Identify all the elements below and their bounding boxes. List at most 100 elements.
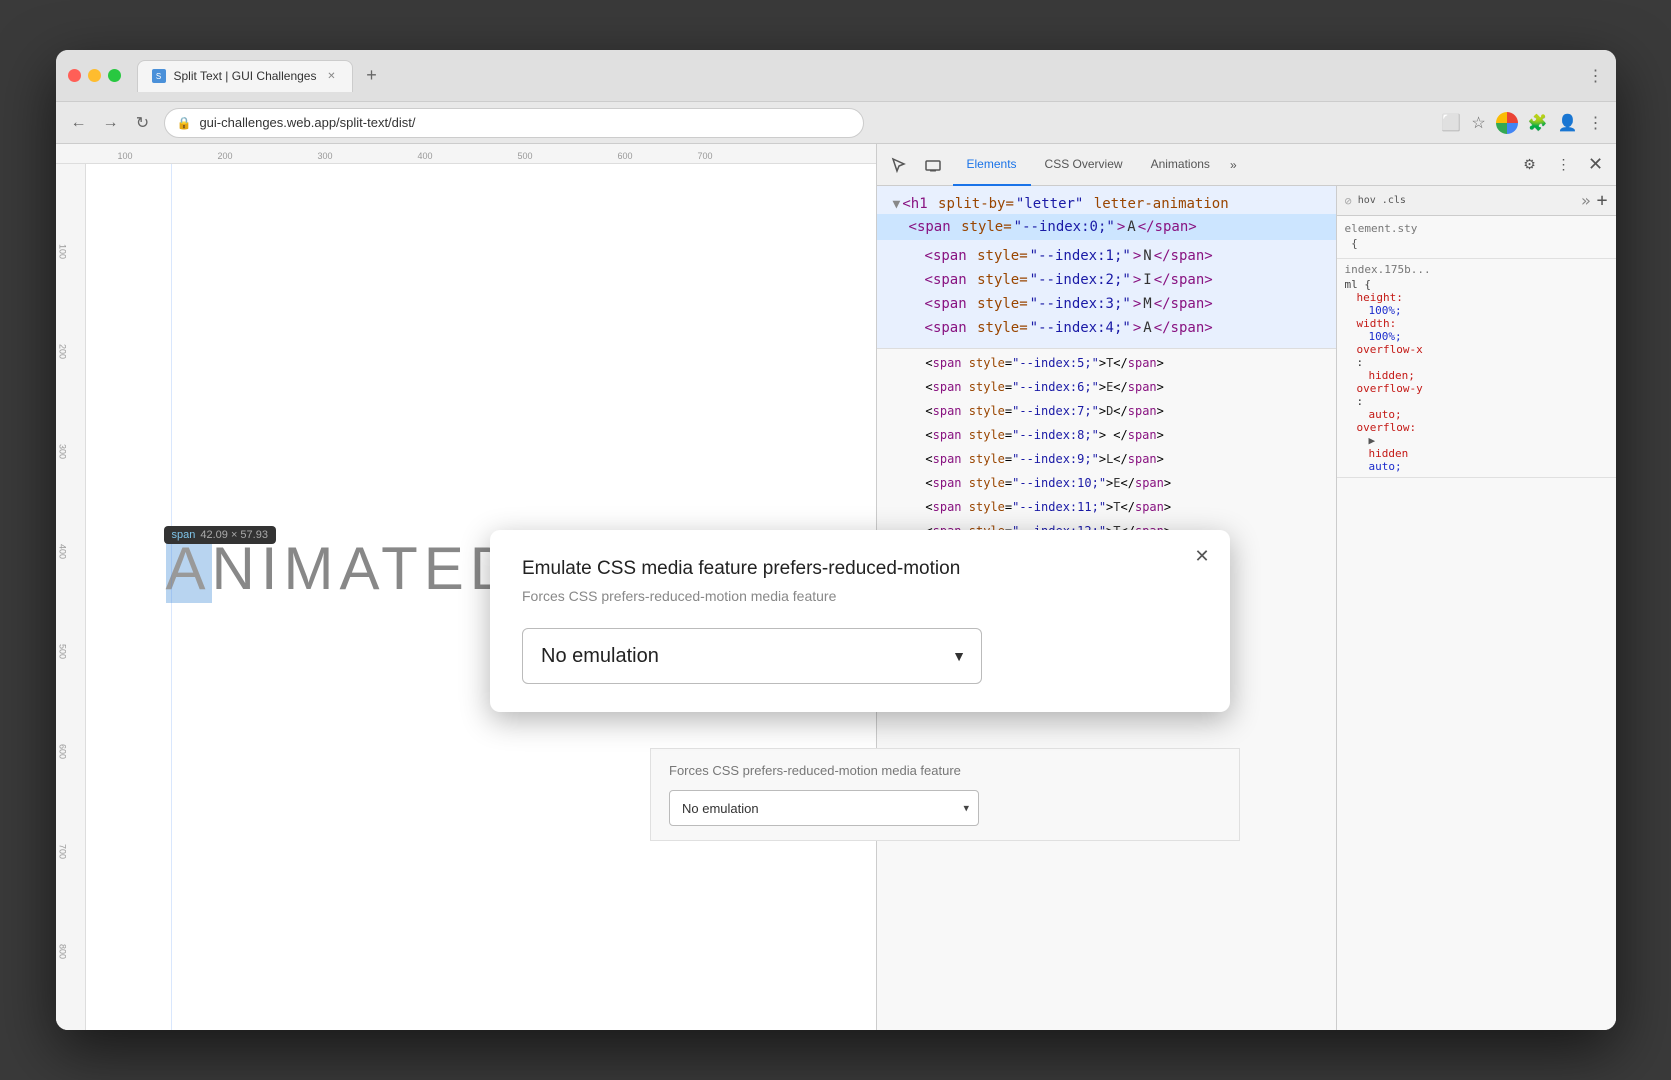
tab-css-overview[interactable]: CSS Overview	[1031, 144, 1137, 186]
active-tab[interactable]: S Split Text | GUI Challenges ✕	[137, 60, 354, 92]
emulate-popup-close-button[interactable]: ✕	[1190, 544, 1214, 568]
browser-window: S Split Text | GUI Challenges ✕ + ⋮ ← → …	[56, 50, 1616, 1030]
ruler-left-700: 700	[58, 844, 68, 859]
emulate-secondary-select[interactable]: No emulation prefers-reduced-motion: red…	[669, 790, 979, 826]
add-style-button[interactable]: +	[1597, 190, 1608, 211]
ruler-top: 100 200 300 400 500 600 700	[56, 144, 876, 164]
styles-section-main: index.175b... ml { height: 100%; width: …	[1337, 259, 1616, 478]
forward-button[interactable]: →	[100, 112, 122, 134]
overflow-arrow-icon: ▶	[1369, 434, 1376, 447]
span-0-row[interactable]: <span style= "--index:0;" > A </span>	[877, 214, 1336, 240]
address-right-icons: ⬜ ☆ 🧩 👤 ⋮	[1441, 112, 1603, 134]
styles-panel: ⊘ hov .cls » + element.sty {	[1336, 186, 1616, 1030]
extensions-icon[interactable]: 🧩	[1528, 113, 1548, 133]
overflow-x-name: overflow-x	[1357, 343, 1423, 356]
element-style-label: element.sty	[1345, 222, 1418, 235]
devtools-settings-button[interactable]: ⚙	[1516, 151, 1544, 179]
style-overflow-x-value: hidden;	[1345, 369, 1608, 382]
style-width-value: 100%;	[1345, 330, 1608, 343]
more-styles-btn[interactable]: »	[1581, 191, 1591, 210]
style-overflow-x-prop: overflow-x	[1345, 343, 1608, 356]
emulate-secondary-section: Forces CSS prefers-reduced-motion media …	[650, 748, 1240, 841]
tree-row-8[interactable]: <span style="--index:8;"> </span>	[877, 423, 1336, 447]
h1-letter-attr: letter-animation	[1085, 196, 1228, 212]
address-bar: ← → ↻ 🔒 gui-challenges.web.app/split-tex…	[56, 102, 1616, 144]
styles-source-row: element.sty	[1345, 222, 1608, 235]
title-bar: S Split Text | GUI Challenges ✕ + ⋮	[56, 50, 1616, 102]
styles-selector-ml: ml {	[1345, 278, 1608, 291]
style-overflow-prop: overflow:	[1345, 421, 1608, 434]
settings-icon[interactable]: ⋮	[1588, 66, 1604, 86]
tree-row-7[interactable]: <span style="--index:7;">D</span>	[877, 399, 1336, 423]
span0-close: >	[1117, 219, 1125, 235]
devtools-toolbar: Elements CSS Overview Animations » ⚙ ⋮ ✕	[877, 144, 1616, 186]
tree-row-10[interactable]: <span style="--index:10;">E</span>	[877, 471, 1336, 495]
tab-elements[interactable]: Elements	[953, 144, 1031, 186]
element-guide-line	[171, 164, 172, 1030]
filter-icon: ⊘	[1345, 194, 1352, 208]
style-hidden-value: hidden	[1345, 447, 1608, 460]
tree-row-6[interactable]: <span style="--index:6;">E</span>	[877, 375, 1336, 399]
emulate-popup: ✕ Emulate CSS media feature prefers-redu…	[490, 530, 1230, 712]
menu-icon[interactable]: ⋮	[1588, 113, 1604, 133]
element-picker-button[interactable]	[885, 151, 913, 179]
span0-text: A	[1127, 219, 1135, 235]
span0-style-attr: style=	[953, 219, 1012, 235]
styles-filter-cls[interactable]: .cls	[1382, 195, 1406, 206]
url-bar[interactable]: 🔒 gui-challenges.web.app/split-text/dist…	[164, 108, 864, 138]
url-text: gui-challenges.web.app/split-text/dist/	[199, 115, 415, 130]
style-overflow-y-value: auto;	[1345, 408, 1608, 421]
styles-toolbar: ⊘ hov .cls » +	[1337, 186, 1616, 216]
back-button[interactable]: ←	[68, 112, 90, 134]
tab-bar: S Split Text | GUI Challenges ✕ +	[137, 60, 1580, 92]
h1-row[interactable]: ▼ <h1 split-by= "letter" letter-animatio…	[893, 196, 1324, 212]
element-style-open: {	[1345, 235, 1608, 252]
style-overflow-y-prop: overflow-y	[1345, 382, 1608, 395]
html-tree-top: ▼ <h1 split-by= "letter" letter-animatio…	[877, 186, 1336, 349]
ruler-left-400: 400	[58, 544, 68, 559]
profile-icon[interactable]: 👤	[1558, 113, 1578, 133]
tooltip-dimensions: 42.09 × 57.93	[200, 529, 268, 541]
styles-filter-hov[interactable]: hov	[1358, 195, 1376, 206]
cast-icon[interactable]: ⬜	[1441, 113, 1461, 133]
style-height-prop: height:	[1345, 291, 1608, 304]
span-1-row[interactable]: <span style= "--index:1;" > N </span>	[893, 244, 1324, 268]
tree-row-11[interactable]: <span style="--index:11;">T</span>	[877, 495, 1336, 519]
style-auto-value: auto;	[1345, 460, 1608, 473]
devtools-close-button[interactable]: ✕	[1584, 153, 1608, 177]
span0-tag: <span	[909, 219, 951, 235]
fullscreen-button[interactable]	[108, 69, 121, 82]
devtools-tabs: Elements CSS Overview Animations »	[953, 144, 1510, 186]
overflow-y-name: overflow-y	[1357, 382, 1423, 395]
emulate-secondary-subtitle: Forces CSS prefers-reduced-motion media …	[669, 763, 1221, 778]
emulate-secondary-select-wrapper: No emulation prefers-reduced-motion: red…	[669, 790, 979, 826]
bookmark-icon[interactable]: ☆	[1471, 113, 1485, 133]
ruler-left-800: 800	[58, 944, 68, 959]
tab-close-button[interactable]: ✕	[324, 69, 338, 83]
expand-arrow: ▼	[893, 197, 901, 212]
span-3-row[interactable]: <span style= "--index:3;" > M </span>	[893, 292, 1324, 316]
reload-button[interactable]: ↻	[132, 112, 154, 134]
devtools-overflow-button[interactable]: ⋮	[1550, 151, 1578, 179]
devtools-more-tabs[interactable]: »	[1224, 150, 1243, 180]
span-2-row[interactable]: <span style= "--index:2;" > I </span>	[893, 268, 1324, 292]
device-toolbar-button[interactable]	[919, 151, 947, 179]
style-height-value: 100%;	[1345, 304, 1608, 317]
tab-animations[interactable]: Animations	[1137, 144, 1224, 186]
tree-row-9[interactable]: <span style="--index:9;">L</span>	[877, 447, 1336, 471]
minimize-button[interactable]	[88, 69, 101, 82]
span-4-row[interactable]: <span style= "--index:4;" > A </span>	[893, 316, 1324, 340]
styles-source-text: index.175b...	[1345, 263, 1431, 276]
h1-split-value: "letter"	[1016, 196, 1083, 212]
emulate-select[interactable]: No emulation prefers-reduced-motion: red…	[522, 628, 982, 684]
ruler-left-600: 600	[58, 744, 68, 759]
browser-right-icons: ⋮	[1588, 66, 1604, 86]
new-tab-button[interactable]: +	[357, 62, 385, 90]
close-button[interactable]	[68, 69, 81, 82]
style-overflow-y-colon: :	[1345, 395, 1608, 408]
style-overflow-x-colon: :	[1345, 356, 1608, 369]
styles-source-line: index.175b...	[1345, 263, 1608, 276]
ruler-left-200: 200	[58, 344, 68, 359]
tree-row-5[interactable]: <span style="--index:5;">T</span>	[877, 351, 1336, 375]
ruler-mark-400: 400	[418, 151, 433, 161]
